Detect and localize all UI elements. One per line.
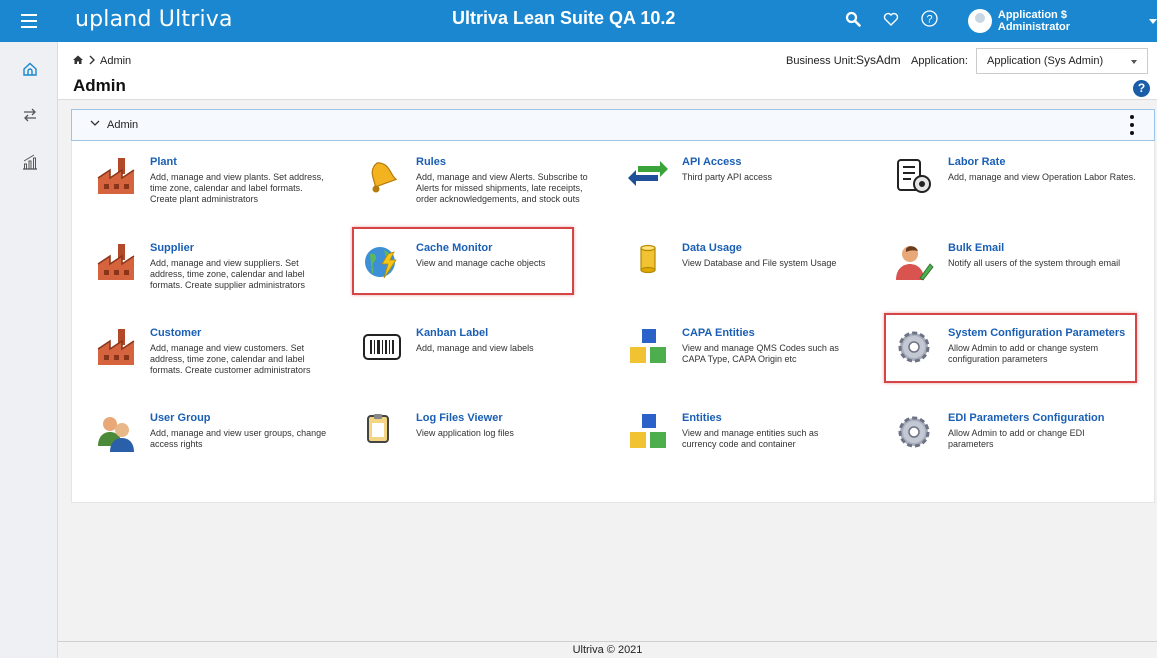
tile-description: View and manage entities such as currenc…: [682, 428, 819, 449]
analytics-icon[interactable]: [20, 152, 40, 172]
tile-description: Allow Admin to add or change EDI paramet…: [948, 428, 1085, 449]
sidebar: [0, 42, 58, 658]
more-options-icon[interactable]: [1130, 115, 1136, 135]
application-label: Application:: [911, 55, 968, 67]
user-pencil-icon: [896, 246, 934, 281]
tile-name[interactable]: User Group: [150, 412, 211, 424]
cubes-icon: [630, 414, 666, 448]
tile-capa-entities[interactable]: CAPA Entities View and manage QMS Codes …: [628, 327, 888, 377]
tile-description: Add, manage and view user groups, change…: [150, 428, 327, 449]
avatar-icon: [968, 9, 992, 33]
tile-description: Add, manage and view plants. Set address…: [150, 172, 324, 204]
help-circle-icon[interactable]: ?: [921, 10, 938, 27]
chevron-down-icon: [1149, 18, 1157, 24]
swap-icon[interactable]: [20, 105, 40, 125]
tile-name[interactable]: Bulk Email: [948, 242, 1004, 254]
tile-name[interactable]: Kanban Label: [416, 327, 488, 339]
highlight-cache-monitor: [352, 227, 574, 295]
page-title: Admin: [73, 76, 126, 95]
chevron-down-icon: [1131, 60, 1137, 64]
tile-name[interactable]: Entities: [682, 412, 722, 424]
footer: Ultriva © 2021: [58, 641, 1157, 658]
tile-supplier[interactable]: Supplier Add, manage and view suppliers.…: [96, 242, 346, 308]
users-icon: [98, 417, 134, 452]
tile-customer[interactable]: Customer Add, manage and view customers.…: [96, 327, 346, 397]
tile-edi-parameters-configuration[interactable]: EDI Parameters Configuration Allow Admin…: [894, 412, 1154, 462]
factory-icon: [97, 329, 135, 365]
cubes-icon: [630, 329, 666, 363]
tile-name[interactable]: Customer: [150, 327, 201, 339]
database-icon: [640, 244, 656, 274]
tile-description: Add, manage and view Operation Labor Rat…: [948, 172, 1136, 182]
tile-name[interactable]: Rules: [416, 156, 446, 168]
admin-panel-title: Admin: [107, 119, 139, 131]
breadcrumb-current[interactable]: Admin: [100, 55, 131, 67]
tile-user-group[interactable]: User Group Add, manage and view user gro…: [96, 412, 346, 462]
tile-name[interactable]: Supplier: [150, 242, 194, 254]
tile-name[interactable]: Data Usage: [682, 242, 742, 254]
tile-name[interactable]: Plant: [150, 156, 177, 168]
home-icon[interactable]: [20, 59, 40, 79]
factory-icon: [97, 158, 135, 194]
tile-description: View and manage QMS Codes such as CAPA T…: [682, 343, 839, 364]
tile-data-usage[interactable]: Data Usage View Database and File system…: [628, 242, 888, 292]
tile-description: Add, manage and view suppliers. Set addr…: [150, 258, 306, 290]
chevron-down-icon[interactable]: [90, 119, 100, 130]
app-logo[interactable]: upland Ultriva: [75, 7, 233, 32]
tile-name[interactable]: Log Files Viewer: [416, 412, 503, 424]
breadcrumb: Admin: [72, 54, 131, 68]
barcode-icon: [363, 334, 401, 360]
tile-bulk-email[interactable]: Bulk Email Notify all users of the syste…: [894, 242, 1154, 292]
tile-description: Notify all users of the system through e…: [948, 258, 1121, 268]
business-unit-value: SysAdm: [856, 53, 901, 67]
admin-panel-header[interactable]: Admin: [71, 109, 1155, 141]
svg-text:?: ?: [926, 14, 932, 26]
app-title: Ultriva Lean Suite QA 10.2: [452, 8, 676, 28]
user-name: Application $ Administrator: [997, 9, 1070, 33]
tile-log-files-viewer[interactable]: Log Files Viewer View application log fi…: [362, 412, 622, 462]
application-select[interactable]: Application (Sys Admin): [976, 48, 1148, 74]
page-header: Admin Admin Business Unit: SysAdm Applic…: [58, 42, 1157, 100]
chevron-right-icon: [88, 55, 96, 68]
home-crumb-icon[interactable]: [72, 54, 84, 68]
tile-name[interactable]: CAPA Entities: [682, 327, 755, 339]
help-icon[interactable]: ?: [1133, 80, 1150, 97]
tile-kanban-label[interactable]: Kanban Label Add, manage and view labels: [362, 327, 622, 377]
clipboard-icon: [367, 414, 389, 443]
tile-description: View Database and File system Usage: [682, 258, 837, 268]
search-icon[interactable]: [845, 11, 861, 27]
tile-name[interactable]: EDI Parameters Configuration: [948, 412, 1104, 424]
tile-name[interactable]: API Access: [682, 156, 742, 168]
application-select-value: Application (Sys Admin): [987, 55, 1104, 67]
factory-icon: [97, 244, 135, 280]
heart-icon[interactable]: [883, 11, 899, 27]
tile-entities[interactable]: Entities View and manage entities such a…: [628, 412, 888, 462]
tile-description: View application log files: [416, 428, 514, 438]
tile-labor-rate[interactable]: Labor Rate Add, manage and view Operatio…: [894, 156, 1154, 222]
arrows-icon: [628, 161, 668, 186]
tile-plant[interactable]: Plant Add, manage and view plants. Set a…: [96, 156, 346, 222]
highlight-system-configuration: [884, 313, 1137, 383]
document-gear-icon: [897, 159, 931, 193]
tile-description: Add, manage and view Alerts. Subscribe t…: [416, 172, 588, 204]
tile-description: Third party API access: [682, 172, 773, 182]
tile-rules[interactable]: Rules Add, manage and view Alerts. Subsc…: [362, 156, 622, 222]
tile-name[interactable]: Labor Rate: [948, 156, 1005, 168]
user-menu[interactable]: Application $ Administrator: [968, 9, 1157, 33]
tile-description: Add, manage and view customers. Set addr…: [150, 343, 311, 375]
menu-icon[interactable]: [0, 0, 58, 42]
tile-description: Add, manage and view labels: [416, 343, 534, 353]
business-unit-label: Business Unit:: [786, 55, 857, 67]
tile-api-access[interactable]: API Access Third party API access: [628, 156, 888, 222]
bell-icon: [371, 162, 398, 193]
top-bar: upland Ultriva Ultriva Lean Suite QA 10.…: [0, 0, 1157, 42]
gear-icon: [898, 416, 930, 448]
